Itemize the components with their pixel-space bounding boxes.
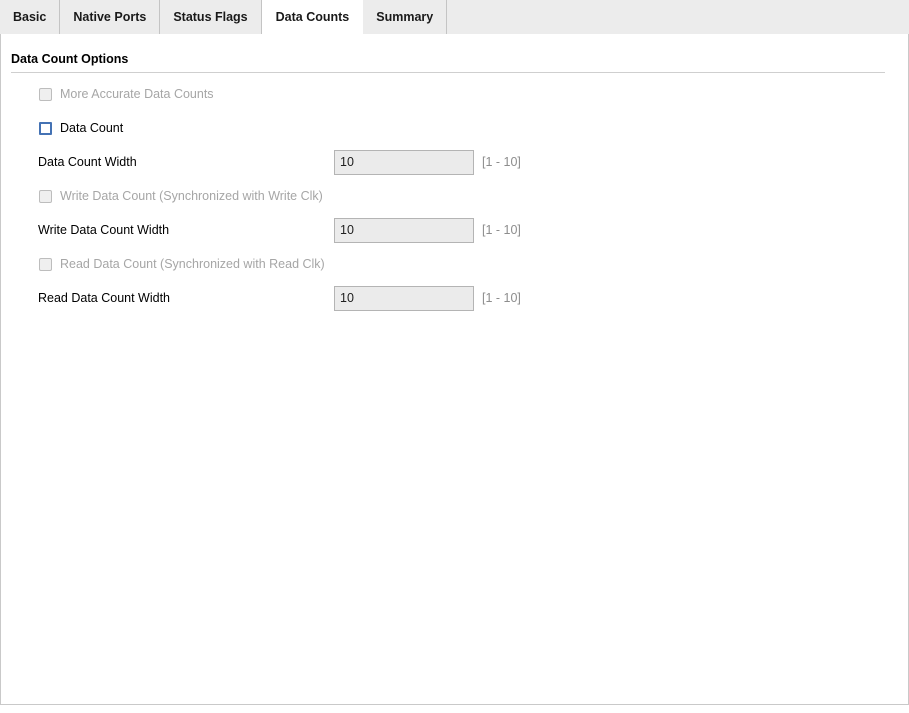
hint-data-count-width: [1 - 10] bbox=[482, 155, 521, 169]
field-label-data-count-width: Data Count Width bbox=[38, 155, 137, 169]
checkbox-more-accurate-data-counts bbox=[39, 87, 52, 101]
tab-strip-filler bbox=[447, 0, 909, 34]
ip-config-window: Basic Native Ports Status Flags Data Cou… bbox=[0, 0, 909, 713]
tab-list: Basic Native Ports Status Flags Data Cou… bbox=[0, 0, 909, 35]
hint-read-data-count-width: [1 - 10] bbox=[482, 291, 521, 305]
section-divider bbox=[11, 72, 885, 73]
checkbox-row-more-accurate-data-counts: More Accurate Data Counts bbox=[39, 83, 214, 105]
tab-status-flags[interactable]: Status Flags bbox=[160, 0, 262, 34]
checkbox-label-data-count[interactable]: Data Count bbox=[60, 121, 123, 135]
field-label-write-data-count-width: Write Data Count Width bbox=[38, 223, 170, 237]
section-title-data-count-options: Data Count Options bbox=[11, 52, 129, 66]
field-row-write-data-count-width: Write Data Count Width 10 [1 - 10] bbox=[38, 217, 888, 243]
tab-summary[interactable]: Summary bbox=[363, 0, 448, 34]
field-row-read-data-count-width: Read Data Count Width 10 [1 - 10] bbox=[38, 285, 888, 311]
checkbox-write-data-count bbox=[39, 189, 52, 203]
checkbox-label-read-data-count: Read Data Count (Synchronized with Read … bbox=[60, 257, 325, 271]
tab-basic-label: Basic bbox=[13, 10, 47, 24]
tab-summary-label: Summary bbox=[376, 10, 434, 24]
field-label-read-data-count-width: Read Data Count Width bbox=[38, 291, 171, 305]
checkbox-row-read-data-count: Read Data Count (Synchronized with Read … bbox=[39, 253, 325, 275]
input-data-count-width[interactable]: 10 bbox=[334, 149, 474, 175]
hint-write-data-count-width: [1 - 10] bbox=[482, 223, 521, 237]
checkbox-label-more-accurate-data-counts: More Accurate Data Counts bbox=[60, 87, 214, 101]
checkbox-label-write-data-count: Write Data Count (Synchronized with Writ… bbox=[60, 189, 323, 203]
checkbox-row-data-count[interactable]: Data Count bbox=[39, 117, 123, 139]
tab-data-counts[interactable]: Data Counts bbox=[261, 0, 364, 35]
checkbox-read-data-count bbox=[39, 257, 52, 271]
checkbox-row-write-data-count: Write Data Count (Synchronized with Writ… bbox=[39, 185, 323, 207]
tab-native-ports[interactable]: Native Ports bbox=[60, 0, 161, 34]
tab-status-flags-label: Status Flags bbox=[173, 10, 248, 24]
input-read-data-count-width[interactable]: 10 bbox=[334, 285, 474, 311]
tab-data-counts-label: Data Counts bbox=[275, 10, 350, 24]
input-write-data-count-width[interactable]: 10 bbox=[334, 217, 474, 243]
tab-strip: Basic Native Ports Status Flags Data Cou… bbox=[0, 0, 909, 35]
data-counts-panel: Data Count Options More Accurate Data Co… bbox=[0, 34, 909, 705]
field-row-data-count-width: Data Count Width 10 [1 - 10] bbox=[38, 149, 888, 175]
tab-basic[interactable]: Basic bbox=[0, 0, 61, 34]
checkbox-data-count[interactable] bbox=[39, 121, 52, 135]
tab-native-ports-label: Native Ports bbox=[73, 10, 147, 24]
